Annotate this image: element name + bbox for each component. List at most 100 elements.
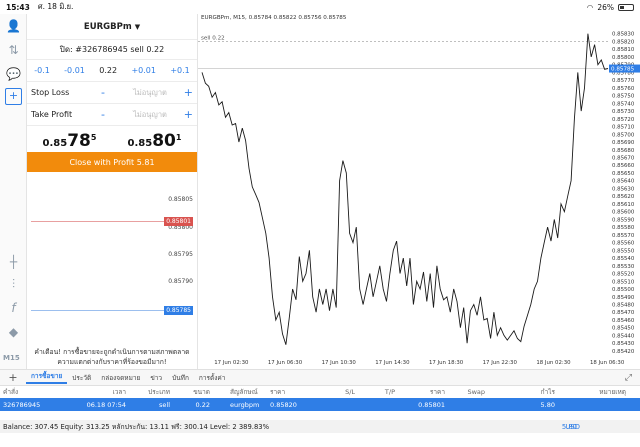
y-tick-label: 0.85430 [612, 341, 635, 347]
take-profit-plus-button[interactable]: + [179, 108, 193, 121]
crosshair-icon[interactable]: ┼ [5, 254, 22, 271]
volume-minus-0.01-button[interactable]: -0.01 [64, 66, 85, 75]
x-tick-label: 18 Jun 06:30 [590, 360, 625, 366]
col-time[interactable]: เวลา [60, 387, 126, 397]
volume-plus-0.1-button[interactable]: +0.1 [170, 66, 189, 75]
y-tick-label: 0.85490 [612, 295, 635, 301]
col-comment[interactable]: หมายเหตุ [555, 387, 629, 397]
y-tick-label: 0.85570 [612, 233, 635, 239]
take-profit-row: Take Profit - ไม่อนุญาต + [27, 104, 197, 126]
col-profit[interactable]: กำไร [485, 387, 555, 397]
currency-label: USD [565, 422, 580, 431]
indicators-icon[interactable]: ⫶ [5, 276, 22, 293]
y-tick-label: 0.85520 [612, 272, 635, 278]
terminal-tabs: + การซื้อขาย ประวัติ กล่องจดหมาย ข่าว บั… [0, 369, 640, 386]
col-order[interactable]: คำสั่ง [0, 387, 60, 397]
tab-trade[interactable]: การซื้อขาย [26, 371, 68, 384]
add-button[interactable]: + [0, 371, 26, 384]
expand-icon[interactable]: ⤢ [625, 373, 632, 383]
table-header: คำสั่ง เวลา ประเภท ขนาด สัญลักษณ์ ราคา S… [0, 386, 640, 398]
y-tick-label: 0.85760 [612, 86, 635, 92]
col-size[interactable]: ขนาด [170, 387, 210, 397]
ask-price-prefix: 0.85 [127, 138, 153, 149]
y-tick-label: 0.85730 [612, 109, 635, 115]
y-tick-label: 0.85460 [612, 318, 635, 324]
bid-line [31, 310, 165, 311]
x-tick-label: 17 Jun 06:30 [268, 360, 303, 366]
y-tick-label: 0.85470 [612, 310, 635, 316]
price-chart-svg: 0.858300.858200.858100.858000.857900.857… [198, 32, 640, 366]
y-tick-label: 0.85750 [612, 94, 635, 100]
y-tick-label: 0.85530 [612, 264, 635, 270]
y-tick-label: 0.85710 [612, 125, 635, 131]
col-price[interactable]: ราคา [260, 387, 315, 397]
status-date: ศ. 18 มิ.ย. [37, 2, 74, 11]
tab-journal[interactable]: บันทึก [167, 373, 194, 383]
col-swap[interactable]: Swap [445, 388, 485, 396]
table-row[interactable]: 326786945 06.18 07:54 sell 0.22 eurgbpm … [0, 398, 640, 411]
timeframe-label[interactable]: M15 [3, 354, 20, 362]
bid-price-prefix: 0.85 [42, 138, 68, 149]
cell-current-price: 0.85801 [418, 400, 445, 409]
stop-loss-row: Stop Loss - ไม่อนุญาต + [27, 82, 197, 104]
tab-mailbox[interactable]: กล่องจดหมาย [96, 373, 145, 383]
ask-price-big: 80 [152, 131, 176, 151]
y-tick-label: 0.85500 [612, 287, 635, 293]
take-profit-minus-button[interactable]: - [101, 108, 121, 121]
cell-profit: 5.80 [540, 400, 555, 409]
left-toolbar: 👤 ⇅ 💬 + ┼ ⫶ f ◆ M15 [0, 14, 27, 369]
cell-order: 326786945 [3, 400, 41, 409]
col-current-price[interactable]: ราคา [395, 387, 445, 397]
y-tick-label: 0.85620 [612, 194, 635, 200]
y-tick-label: 0.85630 [612, 186, 635, 192]
y-tick-label: 0.85610 [612, 202, 635, 208]
y-tick-label: 0.85650 [612, 171, 635, 177]
slippage-warning: คำเตือน! การซื้อขายจะถูกดำเนินการตามสภาพ… [27, 344, 197, 370]
stop-loss-field[interactable]: ไม่อนุญาต [121, 87, 179, 99]
y-tick-label: 0.85420 [612, 349, 635, 355]
cell-type: sell [159, 400, 170, 409]
new-order-icon[interactable]: + [5, 88, 22, 105]
objects-icon[interactable]: ◆ [5, 324, 22, 341]
symbol-selector[interactable]: EURGBPm ▼ [27, 14, 197, 40]
main-chart[interactable]: 0.858300.858200.858100.858000.857900.857… [197, 14, 640, 369]
volume-value[interactable]: 0.22 [99, 66, 117, 75]
function-icon[interactable]: f [5, 300, 22, 317]
tab-history[interactable]: ประวัติ [67, 373, 96, 383]
order-title: ปิด: #326786945 sell 0.22 [27, 40, 197, 60]
close-with-profit-button[interactable]: Close with Profit 5.81 [27, 152, 197, 172]
chat-icon[interactable]: 💬 [5, 66, 22, 83]
take-profit-field[interactable]: ไม่อนุญาต [121, 109, 179, 121]
x-tick-label: 17 Jun 22:30 [483, 360, 518, 366]
y-tick-label: 0.85590 [612, 217, 635, 223]
battery-percent: 26% [597, 2, 614, 12]
volume-minus-0.1-button[interactable]: -0.1 [34, 66, 50, 75]
col-tp[interactable]: T/P [355, 388, 395, 396]
x-tick-label: 17 Jun 18:30 [429, 360, 464, 366]
y-tick-label: 0.85690 [612, 140, 635, 146]
take-profit-label: Take Profit [31, 110, 73, 119]
bid-price: 0.85 78 5 [43, 131, 97, 151]
cell-price: 0.85820 [270, 400, 297, 409]
order-panel: EURGBPm ▼ ปิด: #326786945 sell 0.22 -0.1… [27, 14, 197, 174]
stop-loss-minus-button[interactable]: - [101, 86, 121, 99]
balance-bar: Balance: 307.45 Equity: 313.25 หลักประกั… [0, 420, 640, 433]
stop-loss-plus-button[interactable]: + [179, 86, 193, 99]
account-icon[interactable]: 👤 [5, 18, 22, 35]
col-symbol[interactable]: สัญลักษณ์ [210, 387, 260, 397]
ask-price: 0.85 80 1 [128, 131, 182, 151]
tab-news[interactable]: ข่าว [145, 373, 167, 383]
ask-line [31, 221, 165, 222]
tab-settings[interactable]: การตั้งค่า [194, 373, 230, 383]
volume-plus-0.01-button[interactable]: +0.01 [131, 66, 156, 75]
col-sl[interactable]: S/L [315, 388, 355, 396]
y-tick-label: 0.85680 [612, 148, 635, 154]
y-tick-label: 0.85770 [612, 78, 635, 84]
y-tick-label: 0.85670 [612, 156, 635, 162]
quotes-icon[interactable]: ⇅ [5, 42, 22, 59]
y-tick-label: 0.85560 [612, 241, 635, 247]
col-type[interactable]: ประเภท [126, 387, 170, 397]
bid-price-sup: 5 [90, 133, 97, 142]
y-tick-label: 0.85510 [612, 279, 635, 285]
y-tick-label: 0.85800 [612, 55, 635, 61]
